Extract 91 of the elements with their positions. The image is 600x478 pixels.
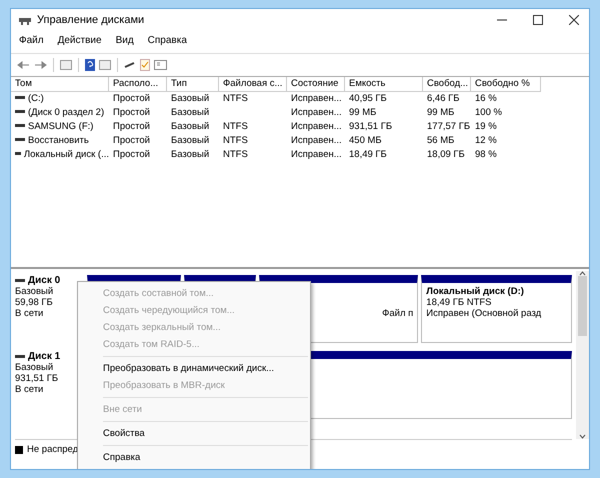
window-icon xyxy=(154,60,167,70)
column-header[interactable]: Файловая с... xyxy=(219,77,287,92)
disk-button[interactable] xyxy=(124,61,136,69)
table-cell-text: Исправен... xyxy=(290,134,343,146)
help-button[interactable] xyxy=(85,59,95,71)
table-cell-text: 6,46 ГБ xyxy=(426,92,461,104)
scrollbar[interactable] xyxy=(576,271,589,439)
context-menu-item[interactable]: Свойства xyxy=(78,425,310,442)
table-cell-text: 18,09 ГБ xyxy=(426,148,466,160)
table-cell-text: Базовый xyxy=(170,106,210,118)
disk-status: В сети xyxy=(15,308,44,319)
properties-button[interactable] xyxy=(154,60,167,70)
partition-info: Исправен (Основной разд xyxy=(426,308,542,319)
check-button[interactable] xyxy=(140,59,150,71)
menu-item[interactable]: Действие xyxy=(58,35,102,49)
disk-size: 931,51 ГБ xyxy=(15,373,60,384)
panel-button[interactable] xyxy=(60,60,72,70)
table-cell-text: NTFS xyxy=(222,120,249,132)
table-cell: (Диск 0 раздел 2) xyxy=(28,106,104,118)
table-cell-text: Простой xyxy=(112,106,151,118)
table-cell: (C:) xyxy=(28,92,44,104)
disk-name: Диск 0 xyxy=(28,275,60,286)
close-icon xyxy=(569,15,579,25)
panel-icon xyxy=(60,60,72,70)
table-cell-text: 99 МБ xyxy=(426,106,456,118)
menu-item[interactable]: Справка xyxy=(148,35,187,49)
partition-info: Файл п xyxy=(382,308,414,319)
forward-button[interactable] xyxy=(34,60,47,70)
volume-icon xyxy=(15,278,25,282)
table-cell-text: 19 % xyxy=(474,120,498,132)
table-cell-text: NTFS xyxy=(222,134,249,146)
table-cell-text: Исправен... xyxy=(290,106,343,118)
table-cell-text: NTFS xyxy=(222,92,249,104)
table-cell: Локальный диск (... xyxy=(24,148,109,160)
table-cell-text: 98 % xyxy=(474,148,498,160)
menu-item[interactable]: Вид xyxy=(116,35,134,49)
partition-info: 18,49 ГБ NTFS xyxy=(426,297,492,308)
partition-title: Локальный диск (D:) xyxy=(426,286,524,297)
disk-management-icon xyxy=(19,15,31,25)
table-cell-text: 99 МБ xyxy=(348,106,378,118)
table-cell-text: 12 % xyxy=(474,134,498,146)
table-cell: Восстановить xyxy=(28,134,89,146)
table-cell-text: 16 % xyxy=(474,92,498,104)
checklist-icon xyxy=(140,59,150,71)
back-button[interactable] xyxy=(17,60,30,70)
table-cell-text: Базовый xyxy=(170,92,210,104)
disk-type: Базовый xyxy=(15,362,54,373)
panel-button[interactable] xyxy=(99,60,111,70)
help-icon xyxy=(85,59,95,71)
table-cell-text: Простой xyxy=(112,92,151,104)
table-cell-text: Простой xyxy=(112,134,151,146)
context-menu-item[interactable]: Преобразовать в динамический диск... xyxy=(78,360,310,377)
column-header[interactable]: Располо... xyxy=(109,77,167,92)
table-cell-text: Исправен... xyxy=(290,120,343,132)
table-cell-text: 450 МБ xyxy=(348,134,383,146)
table-cell-text: Исправен... xyxy=(290,148,343,160)
table-cell-text: 100 % xyxy=(474,106,503,118)
table-cell-text: Базовый xyxy=(170,120,210,132)
window-title: Управление дисками xyxy=(37,14,146,26)
disk-status: В сети xyxy=(15,384,44,395)
back-arrow-icon xyxy=(17,60,30,70)
table-cell-text: 931,51 ГБ xyxy=(348,120,394,132)
panel-icon xyxy=(99,60,111,70)
disk-type: Базовый xyxy=(15,286,54,297)
disk-size: 59,98 ГБ xyxy=(15,297,54,308)
table-cell-text: Простой xyxy=(112,120,151,132)
scroll-down-icon xyxy=(579,434,586,439)
table-cell-text: Исправен... xyxy=(290,92,343,104)
table-cell-text: Простой xyxy=(112,148,151,160)
table-cell-text: 18,49 ГБ xyxy=(348,148,388,160)
context-menu-item[interactable]: Справка xyxy=(78,449,310,466)
disk-name: Диск 1 xyxy=(28,351,60,362)
column-header[interactable]: Свободно % xyxy=(471,77,541,92)
table-cell-text: 177,57 ГБ xyxy=(426,120,471,132)
menu-item[interactable]: Файл xyxy=(19,35,44,49)
volume-icon xyxy=(15,152,21,156)
table-cell-text: 40,95 ГБ xyxy=(348,92,388,104)
scroll-up-icon xyxy=(579,271,586,276)
column-header[interactable]: Тип xyxy=(167,77,219,92)
table-cell-text: Базовый xyxy=(170,134,210,146)
column-header[interactable]: Свобод... xyxy=(423,77,471,92)
table-cell-text: 56 МБ xyxy=(426,134,456,146)
maximize-icon xyxy=(533,15,543,25)
column-header[interactable]: Том xyxy=(11,77,109,92)
forward-arrow-icon xyxy=(34,60,47,70)
table-cell-text: Базовый xyxy=(170,148,210,160)
table-cell-text: NTFS xyxy=(222,148,249,160)
column-header[interactable]: Емкость xyxy=(345,77,423,92)
column-header[interactable]: Состояние xyxy=(287,77,345,92)
volume-icon xyxy=(15,354,25,358)
table-cell: SAMSUNG (F:) xyxy=(28,120,94,132)
